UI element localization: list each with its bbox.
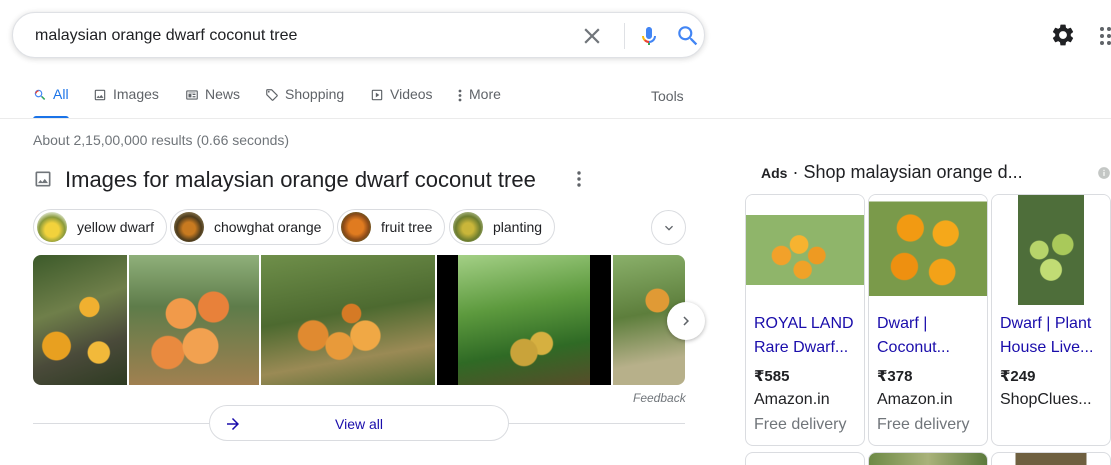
- tab-images[interactable]: Images: [93, 86, 159, 118]
- chip-fruit-tree[interactable]: fruit tree: [337, 209, 446, 245]
- image-result[interactable]: [33, 255, 127, 385]
- chip-thumbnail: [174, 212, 204, 242]
- tab-label: Videos: [390, 86, 433, 102]
- search-input[interactable]: malaysian orange dwarf coconut tree: [35, 27, 297, 45]
- news-icon: [186, 90, 198, 100]
- chevron-down-icon: [664, 225, 673, 231]
- video-icon: [371, 89, 383, 101]
- ads-title[interactable]: Shop malaysian orange d...: [803, 162, 1022, 182]
- chip-label: planting: [493, 219, 543, 235]
- image-thumbnails: [33, 255, 685, 385]
- tab-news[interactable]: News: [185, 86, 240, 118]
- chevron-right-icon: [683, 316, 689, 326]
- product-title[interactable]: ROYAL LAND Rare Dwarf...: [754, 312, 860, 360]
- chip-yellow-dwarf[interactable]: yellow dwarf: [33, 209, 168, 245]
- chips-next-button[interactable]: [651, 210, 686, 245]
- images-next-button[interactable]: [667, 302, 705, 340]
- image-icon: [94, 89, 106, 101]
- product-delivery: Free delivery: [877, 416, 970, 433]
- more-vert-icon: [458, 89, 462, 102]
- chip-thumbnail: [37, 212, 67, 242]
- info-icon[interactable]: [1097, 166, 1111, 180]
- product-card[interactable]: [868, 452, 988, 465]
- ads-separator: ·: [787, 162, 804, 182]
- view-all-button[interactable]: View all: [209, 405, 509, 441]
- gear-icon[interactable]: [1050, 22, 1076, 48]
- image-result[interactable]: [437, 255, 611, 385]
- search-icon[interactable]: [675, 23, 701, 49]
- product-card[interactable]: [745, 452, 865, 465]
- product-price: ₹249: [1000, 368, 1036, 385]
- tab-label: Shopping: [285, 86, 345, 102]
- feedback-link[interactable]: Feedback: [633, 391, 686, 405]
- chip-label: fruit tree: [381, 219, 433, 235]
- tab-label: All: [53, 86, 69, 102]
- product-store: Amazon.in: [754, 391, 830, 408]
- more-vert-icon[interactable]: [571, 169, 587, 189]
- product-image: [869, 195, 987, 305]
- tab-more[interactable]: More: [457, 86, 501, 118]
- search-box[interactable]: malaysian orange dwarf coconut tree: [12, 12, 705, 58]
- chip-label: yellow dwarf: [77, 219, 155, 235]
- divider: [624, 23, 625, 49]
- chip-planting[interactable]: planting: [449, 209, 556, 245]
- product-image: [746, 195, 864, 305]
- chip-thumbnail: [453, 212, 483, 242]
- chip-thumbnail: [341, 212, 371, 242]
- image-icon: [35, 171, 51, 187]
- product-card[interactable]: Dwarf | Coconut... ₹378 Amazon.in Free d…: [868, 194, 988, 446]
- product-card[interactable]: ROYAL LAND Rare Dwarf... ₹585 Amazon.in …: [745, 194, 865, 446]
- tab-label: News: [205, 86, 241, 102]
- ads-header: Ads · Shop malaysian orange d...: [761, 162, 1023, 183]
- tab-label: Images: [113, 86, 159, 102]
- product-price: ₹378: [877, 368, 913, 385]
- divider: [0, 118, 1111, 119]
- product-price: ₹585: [754, 368, 790, 385]
- clear-icon[interactable]: [579, 23, 605, 49]
- product-delivery: Free delivery: [754, 416, 847, 433]
- product-store: ShopClues...: [1000, 391, 1092, 408]
- chip-label: chowghat orange: [214, 219, 322, 235]
- product-store: Amazon.in: [877, 391, 953, 408]
- tab-label: More: [469, 86, 501, 102]
- product-title[interactable]: Dwarf | Coconut...: [877, 312, 983, 360]
- product-image: [992, 195, 1110, 305]
- result-stats: About 2,15,00,000 results (0.66 seconds): [33, 132, 290, 148]
- tab-all[interactable]: All: [33, 86, 69, 119]
- tag-icon: [266, 89, 278, 101]
- images-section-title[interactable]: Images for malaysian orange dwarf coconu…: [65, 167, 536, 193]
- product-card[interactable]: [991, 452, 1111, 465]
- tools-button[interactable]: Tools: [651, 88, 684, 104]
- ads-label: Ads: [761, 165, 788, 181]
- product-title[interactable]: Dwarf | Plant House Live...: [1000, 312, 1106, 360]
- chip-chowghat-orange[interactable]: chowghat orange: [170, 209, 335, 245]
- microphone-icon[interactable]: [637, 23, 661, 49]
- product-card[interactable]: Dwarf | Plant House Live... ₹249 ShopClu…: [991, 194, 1111, 446]
- tab-shopping[interactable]: Shopping: [265, 86, 344, 118]
- tab-videos[interactable]: Videos: [370, 86, 433, 118]
- image-result[interactable]: [261, 255, 435, 385]
- search-icon: [34, 89, 46, 100]
- view-all-label: View all: [335, 416, 383, 432]
- apps-grid-icon[interactable]: [1098, 26, 1111, 46]
- image-result[interactable]: [129, 255, 259, 385]
